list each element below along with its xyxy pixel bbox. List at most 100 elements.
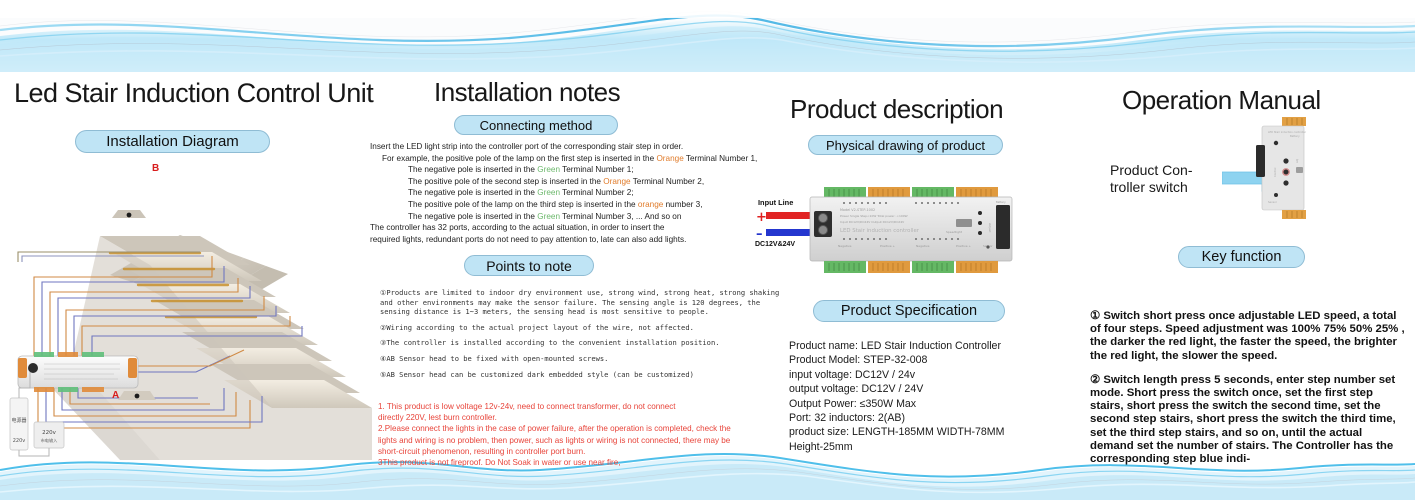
text-fragment: Terminal Number 3, ... And so on xyxy=(560,211,682,221)
terminal-color-orange: orange xyxy=(637,199,664,209)
point-item: ⑤AB Sensor head can be customized dark e… xyxy=(380,369,694,379)
terminal-color-green: Green xyxy=(537,165,561,175)
key-function-list: ① Switch short press once adjustable LED… xyxy=(1090,310,1408,466)
spec-line: Output Power: ≤350W Max xyxy=(789,397,917,410)
connecting-method-line: The negative pole is inserted in the Gre… xyxy=(370,187,757,199)
page-title: Led Stair Induction Control Unit xyxy=(14,78,374,108)
text-fragment: The positive pole of the second step is … xyxy=(408,176,604,186)
terminal-color-green: Green xyxy=(537,188,561,198)
controller-board-image: Model V2-STEP-1002 Power Single Step<10W… xyxy=(800,175,1030,285)
manual-item: ① Switch short press once adjustable LED… xyxy=(1090,310,1405,362)
manual-spacer xyxy=(1090,363,1408,374)
text-fragment: The negative pole is inserted in the xyxy=(408,188,538,198)
warning-line: 1. This product is low voltage 12v-24v, … xyxy=(378,402,676,411)
text-fragment: The controller has 32 ports, according t… xyxy=(370,223,665,233)
product-specification-pill: Product Specification xyxy=(813,300,1005,322)
svg-text:220v: 220v xyxy=(42,430,56,436)
text-fragment: The positive pole of the lamp on the thi… xyxy=(408,199,638,209)
warning-line: short-circuit phenomenon, resulting in c… xyxy=(378,446,586,456)
installation-diagram-pill: Installation Diagram xyxy=(75,130,270,153)
points-to-note-pill: Points to note xyxy=(464,255,594,276)
warning-line: 2.Please connect the lights in the case … xyxy=(378,424,731,434)
point-item: ④AB Sensor head to be fixed with open-mo… xyxy=(380,353,609,363)
text-fragment: Insert the LED light strip into the cont… xyxy=(370,142,684,151)
installation-notes-title: Installation notes xyxy=(434,77,621,107)
svg-text:–: – xyxy=(756,227,763,242)
product-description-title: Product description xyxy=(790,94,1004,124)
text-fragment: Terminal Number 2; xyxy=(560,188,634,198)
svg-text:Speedlight: Speedlight xyxy=(946,230,963,234)
product-controller-switch-label: Product Con-troller switch xyxy=(1110,162,1210,196)
text-fragment: number 3, xyxy=(663,199,703,209)
svg-text:220v: 220v xyxy=(13,438,26,444)
input-line-label: Input Line xyxy=(758,198,794,207)
svg-text:LED Stair induction controller: LED Stair induction controller xyxy=(840,228,920,234)
terminal-color-green: Green xyxy=(537,211,561,221)
warning-line: directly 220V, lest burn controller. xyxy=(378,413,497,423)
terminal-color-orange: Orange xyxy=(603,176,631,186)
connecting-method-line: required lights, redundant ports do not … xyxy=(370,234,757,246)
poster-page: Led Stair Induction Control Unit Install… xyxy=(0,0,1415,500)
spec-line: Port: 32 inductors: 2(AB) xyxy=(789,412,905,425)
controller-switch-label-line: Product Con- xyxy=(1110,162,1193,178)
text-fragment: Terminal Number 2, xyxy=(630,176,705,186)
text-fragment: The negative pole is inserted in the xyxy=(408,165,538,175)
spec-line: Height-25mm xyxy=(789,440,853,453)
svg-text:Model V2-STEP-1002: Model V2-STEP-1002 xyxy=(840,208,875,212)
spec-line: Product Model: STEP-32-008 xyxy=(789,354,928,367)
connecting-method-line: For example, the positive pole of the la… xyxy=(370,153,757,165)
points-to-note-list: ①Products are limited to indoor dry envi… xyxy=(380,288,780,385)
warning-text: 1. This product is low voltage 12v-24v, … xyxy=(378,401,790,468)
key-function-pill: Key function xyxy=(1178,246,1305,268)
connecting-method-line: The positive pole of the second step is … xyxy=(370,176,757,188)
svg-text:市电输入: 市电输入 xyxy=(41,437,59,444)
controller-switch-image: LED Stair induction controller Battery C… xyxy=(1252,117,1314,219)
connecting-method-text: Insert the LED light strip into the cont… xyxy=(370,141,757,245)
warning-line: lights and wiring is no problem, then po… xyxy=(378,435,731,445)
spec-line: product size: LENGTH-185MM WIDTH-78MM xyxy=(789,426,1005,439)
svg-text:Negative: Negative xyxy=(916,244,930,248)
connecting-method-line: The negative pole is inserted in the Gre… xyxy=(370,211,757,223)
spec-line: input voltage: DC12V / 24v xyxy=(789,368,916,381)
terminal-color-orange: Orange xyxy=(656,153,684,163)
input-voltage-label: DC12V&24V xyxy=(755,241,796,248)
spec-line: Product name: LED Stair Induction Contro… xyxy=(789,340,1001,352)
svg-text:Adjust: Adjust xyxy=(988,223,992,233)
physical-drawing-pill: Physical drawing of product xyxy=(808,135,1003,155)
connecting-method-line: Insert the LED light strip into the cont… xyxy=(370,141,757,153)
svg-text:LED Stair induction controller: LED Stair induction controller xyxy=(1268,130,1307,134)
svg-text:Battery: Battery xyxy=(1290,134,1300,138)
point-item: ②Wiring according to the actual project … xyxy=(380,322,694,332)
sensor-a-label: A xyxy=(112,390,120,401)
connecting-method-line: The controller has 32 ports, according t… xyxy=(370,222,757,234)
controller-switch-label-line: troller switch xyxy=(1110,179,1188,195)
svg-text:Positive +: Positive + xyxy=(880,244,896,248)
text-fragment: Terminal Number 1, xyxy=(683,153,758,163)
svg-text:+: + xyxy=(756,210,767,225)
connecting-method-line: The negative pole is inserted in the Gre… xyxy=(370,164,757,176)
text-fragment: Terminal Number 1; xyxy=(560,165,634,175)
svg-text:Positive +: Positive + xyxy=(956,244,972,248)
warning-line: 3This product is not fireproof. Do Not S… xyxy=(378,458,621,468)
svg-text:Negative: Negative xyxy=(838,244,852,248)
installation-diagram: 电源器 220v 220v 市电输入 xyxy=(0,160,372,460)
svg-text:Control: Control xyxy=(1273,167,1277,177)
operation-manual-title: Operation Manual xyxy=(1122,85,1321,115)
sensor-b-label: B xyxy=(152,163,160,174)
svg-text:Power Single Step<10W Total: Power Single Step<10W Total power: <100W xyxy=(840,214,908,218)
connecting-method-line: The positive pole of the lamp on the thi… xyxy=(370,199,757,211)
text-fragment: The negative pole is inserted in the xyxy=(408,211,538,221)
svg-text:Adj: Adj xyxy=(1295,159,1299,163)
point-item: ①Products are limited to indoor dry envi… xyxy=(380,288,780,317)
top-wave-banner xyxy=(0,0,1415,72)
point-item: ③The controller is installed according t… xyxy=(380,338,720,348)
svg-text:Sensor: Sensor xyxy=(1268,200,1278,204)
connecting-method-pill: Connecting method xyxy=(454,115,618,135)
product-specification-list: Product name: LED Stair Induction Contro… xyxy=(789,339,1004,454)
svg-text:Input DC12V/DC24V Output: Input DC12V/DC24V Output DC12V/DC24V xyxy=(840,220,905,224)
svg-text:Battery: Battery xyxy=(996,200,1006,204)
spec-line: output voltage: DC12V / 24V xyxy=(789,383,924,396)
manual-item: ② Switch length press 5 seconds, enter s… xyxy=(1090,373,1396,466)
text-fragment: For example, the positive pole of the la… xyxy=(382,153,657,163)
svg-text:电源器: 电源器 xyxy=(11,417,26,424)
